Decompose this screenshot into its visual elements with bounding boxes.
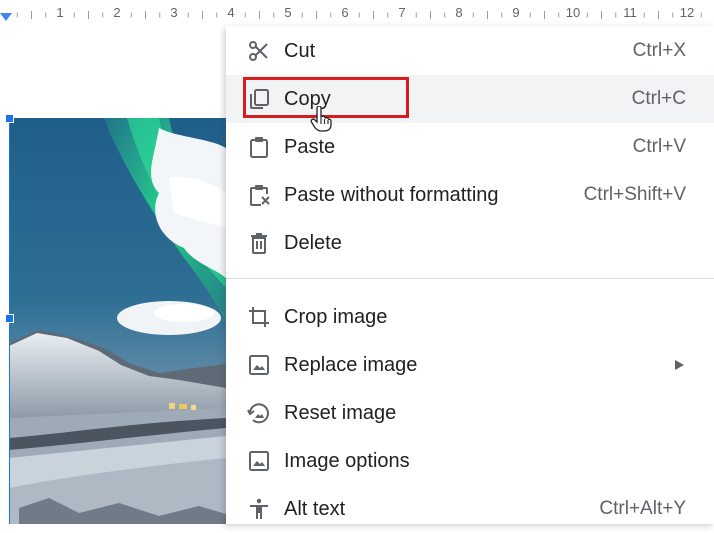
menu-item-label: Reset image: [284, 401, 397, 424]
ruler-number: 7: [398, 5, 406, 20]
image-options-icon: [246, 448, 272, 474]
trash-icon: [246, 230, 272, 256]
ruler-number: 1: [56, 5, 64, 20]
ruler-ticks: [16, 11, 702, 19]
menu-item-label: Cut: [284, 39, 316, 62]
submenu-arrow-icon: [675, 360, 684, 370]
menu-item-crop-image[interactable]: Crop image: [226, 293, 714, 341]
menu-item-shortcut: Ctrl+Alt+Y: [599, 498, 686, 519]
paste-plain-icon: [246, 182, 272, 208]
ruler-number: 2: [113, 5, 121, 20]
menu-item-alt-text[interactable]: Alt text Ctrl+Alt+Y: [226, 485, 714, 533]
ruler-number: 4: [227, 5, 235, 20]
menu-item-reset-image[interactable]: Reset image: [226, 389, 714, 437]
ruler-number: 11: [623, 5, 637, 20]
context-menu: Cut Ctrl+X Copy Ctrl+C Paste Ctrl+V Past…: [226, 26, 714, 524]
resize-handle-top-left[interactable]: [5, 114, 14, 123]
menu-item-label: Replace image: [284, 353, 418, 376]
ruler-number: 6: [341, 5, 349, 20]
menu-item-delete[interactable]: Delete: [226, 219, 714, 267]
menu-item-label: Crop image: [284, 305, 388, 328]
indent-marker-icon[interactable]: [0, 13, 12, 21]
scissors-icon: [246, 38, 272, 64]
image-icon: [246, 352, 272, 378]
menu-item-label: Alt text: [284, 497, 346, 520]
menu-item-label: Paste without formatting: [284, 183, 499, 206]
menu-item-shortcut: Ctrl+X: [632, 40, 686, 61]
menu-item-label: Image options: [284, 449, 410, 472]
hand-pointer-icon: [310, 105, 332, 137]
ruler-number: 3: [170, 5, 178, 20]
resize-handle-left[interactable]: [5, 314, 14, 323]
menu-item-paste-without-formatting[interactable]: Paste without formatting Ctrl+Shift+V: [226, 171, 714, 219]
reset-image-icon: [246, 400, 272, 426]
ruler-number: 5: [284, 5, 292, 20]
menu-item-shortcut: Ctrl+C: [631, 88, 686, 109]
menu-item-image-options[interactable]: Image options: [226, 437, 714, 485]
menu-divider: [226, 278, 714, 279]
ruler-number: 10: [565, 5, 581, 20]
horizontal-ruler[interactable]: 1 2 3 4 5 6 7 8 9 10 11 12: [0, 0, 714, 26]
menu-item-label: Paste: [284, 135, 336, 158]
selected-document-image[interactable]: [9, 118, 226, 524]
menu-item-cut[interactable]: Cut Ctrl+X: [226, 27, 714, 75]
ruler-number: 9: [512, 5, 520, 20]
ruler-number: 8: [455, 5, 463, 20]
menu-item-shortcut: Ctrl+V: [632, 136, 686, 157]
paste-icon: [246, 134, 272, 160]
ruler-number: 12: [679, 5, 695, 20]
crop-icon: [246, 304, 272, 330]
aurora-landscape-image: [9, 118, 226, 524]
menu-item-paste[interactable]: Paste Ctrl+V: [226, 123, 714, 171]
menu-item-label: Delete: [284, 231, 342, 254]
accessibility-icon: [246, 496, 272, 522]
menu-item-replace-image[interactable]: Replace image: [226, 341, 714, 389]
menu-item-shortcut: Ctrl+Shift+V: [583, 184, 686, 205]
